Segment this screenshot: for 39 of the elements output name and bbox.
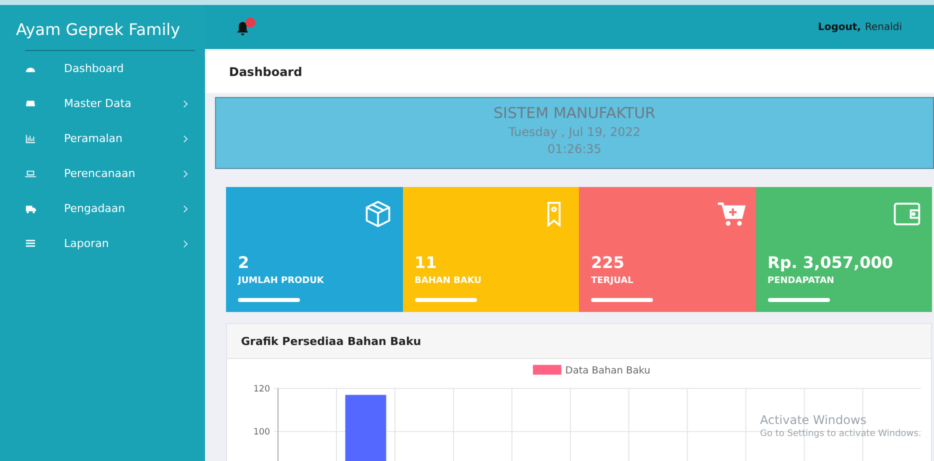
bar-chart-icon (25, 133, 36, 144)
progress-line (591, 298, 653, 302)
progress-line (768, 298, 830, 302)
stat-value: 11 (414, 253, 438, 272)
laptop-icon (25, 168, 36, 179)
stat-label: TERJUAL (591, 276, 634, 286)
activation-notice-title: Activate Windows (760, 413, 868, 427)
truck-icon (25, 203, 36, 214)
stat-value: Rp. 3,057,000 (768, 253, 894, 272)
stat-value: 2 (238, 253, 250, 272)
stat-value: 225 (591, 253, 626, 272)
logout-link[interactable]: Logout, (818, 22, 861, 32)
panel-title: Grafik Persediaa Bahan Baku (241, 334, 422, 348)
legend-swatch (532, 364, 562, 375)
axis-tick-label: 120 (253, 384, 270, 394)
sidebar-item[interactable]: Peramalan (8, 121, 205, 156)
sidebar-item[interactable]: Dashboard (8, 51, 205, 86)
stat-label: PENDAPATAN (768, 276, 836, 286)
page-title: Dashboard (229, 65, 302, 79)
axis-tick-label: 100 (253, 428, 270, 438)
sidebar-item[interactable]: Pengadaan (8, 191, 205, 226)
brand-title: Ayam Geprek Family (14, 19, 182, 41)
banner-time: 01:26:35 (546, 142, 602, 156)
user-name: Renaldi (864, 22, 902, 32)
list-icon (25, 238, 36, 249)
chart-bar (345, 394, 386, 461)
progress-line (238, 298, 300, 302)
drive-icon (25, 98, 36, 109)
legend-label: Data Bahan Baku (565, 366, 650, 377)
sidebar-item[interactable]: Master Data (8, 86, 205, 121)
stat-label: JUMLAH PRODUK (238, 276, 325, 286)
progress-line (414, 298, 476, 302)
bell-icon[interactable] (235, 17, 257, 37)
banner-date: Tuesday , Jul 19, 2022 (508, 125, 642, 139)
sidebar-item[interactable]: Laporan (8, 226, 205, 261)
banner-title: SISTEM MANUFAKTUR (492, 104, 656, 122)
stat-label: BAHAN BAKU (414, 276, 482, 286)
sidebar-item[interactable]: Perencanaan (8, 156, 205, 191)
activation-notice-text: Go to Settings to activate Windows. (760, 429, 922, 439)
